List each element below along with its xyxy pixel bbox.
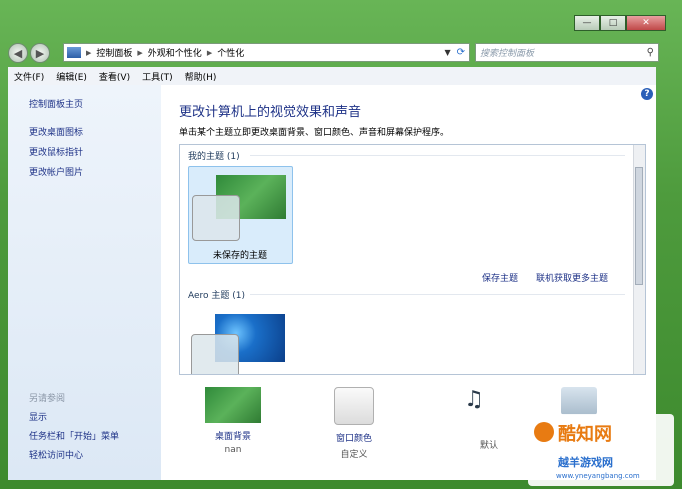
theme-preview-image xyxy=(192,175,286,241)
sidebar-account-picture-link[interactable]: 更改帐户图片 xyxy=(29,165,83,178)
theme-item-windows7[interactable] xyxy=(191,314,285,374)
breadcrumb-appearance[interactable]: 外观和个性化 xyxy=(145,46,205,59)
save-theme-link[interactable]: 保存主题 xyxy=(482,271,518,284)
see-also-label: 另请参阅 xyxy=(29,394,66,404)
address-field[interactable]: ▶ 控制面板 ▶ 外观和个性化 ▶ 个性化 ▼ ⟳ xyxy=(63,43,470,62)
page-description: 单击某个主题立即更改桌面背景、窗口颜色、声音和屏幕保护程序。 xyxy=(179,128,450,138)
dropdown-arrow-icon[interactable]: ▼ xyxy=(444,48,450,57)
sounds-icon: ♫ xyxy=(464,387,484,412)
theme-item-unsaved[interactable]: 未保存的主题 xyxy=(188,166,293,264)
window-preview-icon xyxy=(192,195,240,241)
menu-bar: 文件(F) 编辑(E) 查看(V) 工具(T) 帮助(H) xyxy=(8,67,656,86)
search-placeholder: 搜索控制面板 xyxy=(480,49,535,59)
help-icon[interactable]: ? xyxy=(641,88,653,100)
sounds-value: 默认 xyxy=(480,441,499,451)
get-more-themes-link[interactable]: 联机获取更多主题 xyxy=(536,271,608,284)
menu-view[interactable]: 查看(V) xyxy=(93,70,136,83)
watermark-url: www.yneyangbang.com xyxy=(556,472,640,480)
minimize-button[interactable]: — xyxy=(574,15,600,31)
theme-list: 我的主题 (1) 未保存的主题 保存主题 联机获取更多主题 Aero 主题 (1… xyxy=(179,144,646,375)
menu-help[interactable]: 帮助(H) xyxy=(179,70,223,83)
sidebar: 控制面板主页 更改桌面图标 更改鼠标指针 更改帐户图片 另请参阅 显示 任务栏和… xyxy=(8,85,161,480)
address-bar-area: ◀ ▶ ▶ 控制面板 ▶ 外观和个性化 ▶ 个性化 ▼ ⟳ 搜索控制面板 ⚲ xyxy=(8,41,660,65)
see-also-taskbar-link[interactable]: 任务栏和「开始」菜单 xyxy=(29,429,119,442)
scrollbar-thumb[interactable] xyxy=(635,167,643,285)
watermark-brand: 酷知网 xyxy=(558,424,612,445)
breadcrumb-chevron-icon: ▶ xyxy=(137,48,143,57)
search-input[interactable]: 搜索控制面板 ⚲ xyxy=(475,43,659,62)
breadcrumb-chevron-icon: ▶ xyxy=(86,48,92,57)
sidebar-desktop-icons-link[interactable]: 更改桌面图标 xyxy=(29,125,83,138)
watermark: 酷知网 越羊游戏网 www.yneyangbang.com xyxy=(528,414,674,486)
menu-tools[interactable]: 工具(T) xyxy=(136,70,179,83)
window-color-value: 自定义 xyxy=(340,450,368,460)
menu-edit[interactable]: 编辑(E) xyxy=(50,70,93,83)
search-icon[interactable]: ⚲ xyxy=(647,47,654,58)
screen-saver-item[interactable] xyxy=(561,387,597,415)
desktop-background-icon xyxy=(205,387,261,423)
see-also-ease-of-access-link[interactable]: 轻松访问中心 xyxy=(29,448,83,461)
window-color-label: 窗口颜色 xyxy=(335,434,372,444)
breadcrumb-chevron-icon: ▶ xyxy=(206,48,213,57)
sounds-item[interactable]: ♫ 默认 xyxy=(450,387,498,451)
screen-saver-icon xyxy=(561,387,597,415)
control-panel-icon xyxy=(67,47,81,58)
refresh-icon[interactable]: ⟳ xyxy=(457,47,465,58)
desktop-background-value: nan xyxy=(224,445,242,455)
desktop-background-item[interactable]: 桌面背景 nan xyxy=(205,387,261,455)
window-controls: — □ ✕ xyxy=(574,15,666,31)
menu-file[interactable]: 文件(F) xyxy=(8,70,50,83)
maximize-button[interactable]: □ xyxy=(600,15,626,31)
theme-name: 未保存的主题 xyxy=(213,251,268,261)
sidebar-mouse-pointer-link[interactable]: 更改鼠标指针 xyxy=(29,145,83,158)
forward-button[interactable]: ▶ xyxy=(30,43,50,63)
group-divider xyxy=(250,155,625,156)
see-also-display-link[interactable]: 显示 xyxy=(29,410,47,423)
my-themes-header: 我的主题 (1) xyxy=(188,152,240,162)
window-color-icon xyxy=(334,387,374,425)
group-divider xyxy=(250,294,625,295)
window-preview-icon xyxy=(191,334,239,374)
window-color-item[interactable]: 窗口颜色 自定义 xyxy=(334,387,374,460)
theme-list-scrollbar[interactable] xyxy=(633,145,645,374)
page-title: 更改计算机上的视觉效果和声音 xyxy=(179,105,362,120)
aero-themes-header: Aero 主题 (1) xyxy=(188,291,246,301)
close-button[interactable]: ✕ xyxy=(626,15,666,31)
desktop-background-label: 桌面背景 xyxy=(214,432,251,442)
breadcrumb-personalization[interactable]: 个性化 xyxy=(214,46,247,59)
sidebar-home-link[interactable]: 控制面板主页 xyxy=(29,97,83,110)
watermark-site-name: 越羊游戏网 xyxy=(558,456,613,469)
breadcrumb-control-panel[interactable]: 控制面板 xyxy=(93,46,135,59)
watermark-logo-icon xyxy=(534,422,554,442)
window-frame: — □ ✕ ◀ ▶ ▶ 控制面板 ▶ 外观和个性化 ▶ 个性化 ▼ ⟳ 搜索控制… xyxy=(0,0,682,489)
back-button[interactable]: ◀ xyxy=(8,43,28,63)
